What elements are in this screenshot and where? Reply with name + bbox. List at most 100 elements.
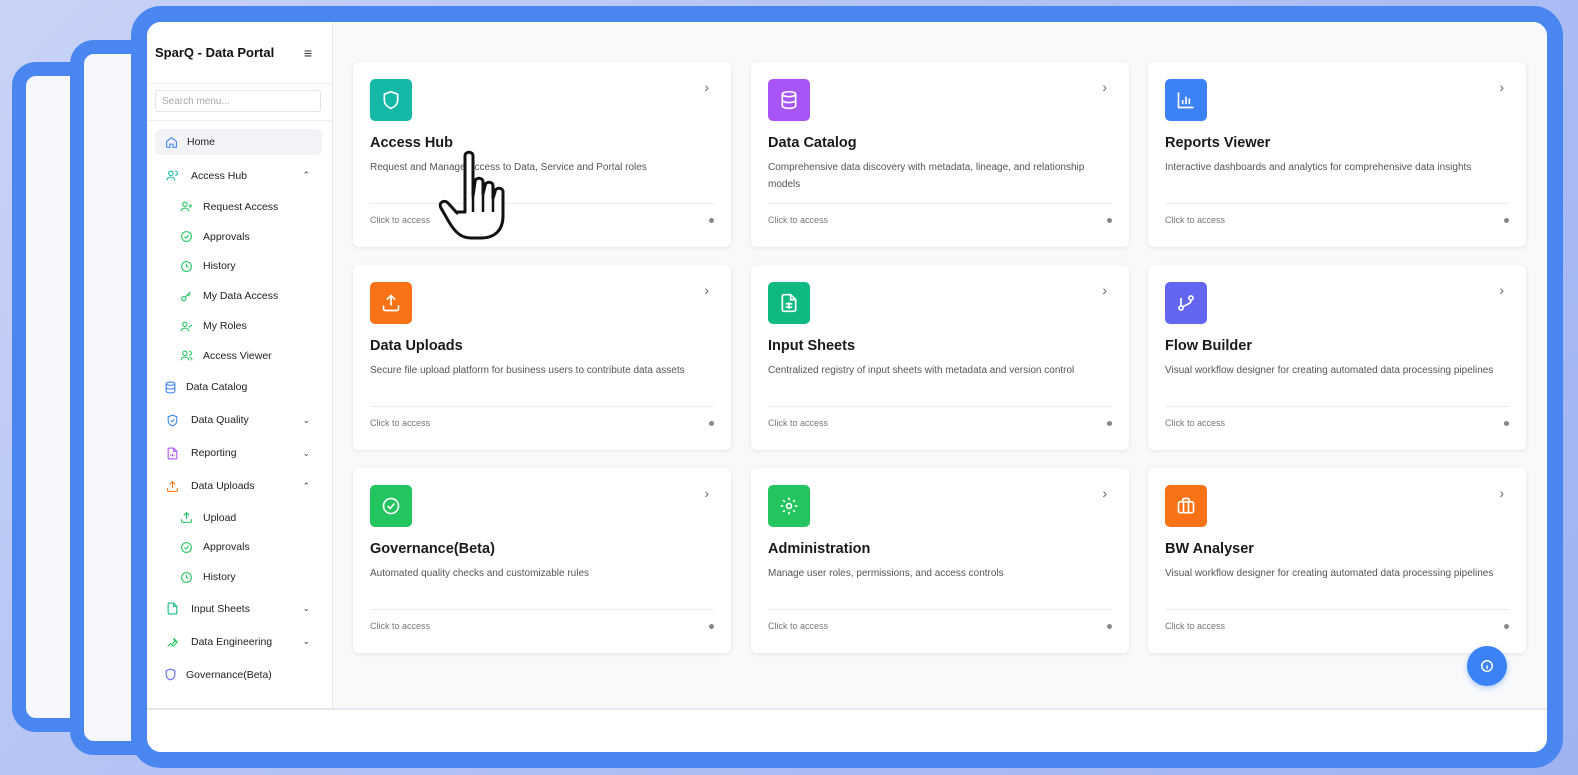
card-footer-text: Click to access	[370, 621, 431, 631]
wrench-icon	[165, 635, 179, 649]
card-access-hub[interactable]: › Access Hub Request and Manage Access t…	[353, 62, 731, 247]
info-icon	[1481, 660, 1493, 672]
status-dot	[1107, 421, 1112, 426]
card-footer-text: Click to access	[370, 215, 431, 225]
sidebar-item-label: Data Engineering	[191, 635, 273, 648]
home-icon	[164, 135, 178, 149]
sidebar-item-my-roles[interactable]: My Roles	[147, 311, 332, 341]
card-footer: Click to access	[768, 609, 1112, 631]
app-window-frame: SparQ - Data Portal ≡ Home Access Hub ⌃	[131, 6, 1563, 768]
sidebar-item-upload-history[interactable]: History	[147, 562, 332, 592]
sidebar-item-request-access[interactable]: Request Access	[147, 192, 332, 222]
card-data-uploads[interactable]: › Data Uploads Secure file upload platfo…	[353, 265, 731, 450]
upload-icon	[370, 282, 412, 324]
sidebar-item-upload-approvals[interactable]: Approvals	[147, 533, 332, 563]
sidebar-item-home[interactable]: Home	[155, 129, 322, 155]
sidebar-item-label: Home	[187, 136, 216, 148]
card-description: Request and Manage Access to Data, Servi…	[370, 162, 647, 173]
app-title: SparQ - Data Portal	[155, 45, 275, 60]
sidebar-item-label: History	[203, 571, 236, 584]
chevron-right-icon: ›	[1499, 485, 1504, 501]
gear-icon	[768, 485, 810, 527]
check-circle-icon	[370, 485, 412, 527]
menu-toggle-icon[interactable]: ≡	[304, 45, 312, 61]
card-title: Input Sheets	[768, 338, 856, 354]
sidebar-item-access-hub[interactable]: Access Hub ⌃	[147, 159, 332, 192]
sidebar-item-label: Governance(Beta)	[186, 668, 272, 681]
card-bw-analyser[interactable]: › BW Analyser Visual workflow designer f…	[1148, 468, 1526, 653]
key-icon	[179, 289, 193, 303]
card-title: Data Uploads	[370, 338, 463, 354]
shield-icon	[163, 668, 177, 682]
sidebar-item-label: Access Hub	[191, 169, 248, 182]
database-icon	[163, 380, 177, 394]
status-dot	[1504, 421, 1509, 426]
clock-icon	[179, 570, 193, 584]
chevron-down-icon: ⌄	[302, 603, 310, 614]
sidebar-item-label: My Roles	[203, 320, 247, 333]
sidebar-item-reporting[interactable]: Reporting ⌄	[147, 437, 332, 470]
chevron-right-icon: ›	[704, 485, 709, 501]
sidebar-item-label: My Data Access	[203, 290, 279, 303]
card-title: Flow Builder	[1165, 338, 1252, 354]
sidebar-item-label: History	[203, 260, 236, 273]
sheet-icon	[768, 282, 810, 324]
search-input[interactable]	[155, 90, 321, 112]
status-dot	[1107, 624, 1112, 629]
card-footer: Click to access	[370, 609, 714, 631]
sidebar-item-label: Data Quality	[191, 414, 249, 427]
sidebar-item-access-viewer[interactable]: Access Viewer	[147, 341, 332, 371]
card-description: Visual workflow designer for creating au…	[1165, 568, 1494, 579]
database-icon	[768, 79, 810, 121]
card-administration[interactable]: › Administration Manage user roles, perm…	[751, 468, 1129, 653]
briefcase-icon	[1165, 485, 1207, 527]
status-dot	[1107, 218, 1112, 223]
sidebar-item-label: Approvals	[203, 541, 250, 554]
file-chart-icon	[165, 446, 179, 460]
card-footer: Click to access	[370, 203, 714, 225]
sidebar-item-my-data-access[interactable]: My Data Access	[147, 281, 332, 311]
shield-icon	[370, 79, 412, 121]
sidebar: SparQ - Data Portal ≡ Home Access Hub ⌃	[147, 22, 333, 708]
card-data-catalog[interactable]: › Data Catalog Comprehensive data discov…	[751, 62, 1129, 247]
sidebar-item-upload[interactable]: Upload	[147, 503, 332, 533]
sidebar-item-data-engineering[interactable]: Data Engineering ⌄	[147, 625, 332, 658]
chevron-right-icon: ›	[1102, 79, 1107, 95]
sidebar-header: SparQ - Data Portal ≡	[147, 22, 332, 84]
card-description: Centralized registry of input sheets wit…	[768, 365, 1075, 376]
card-description: Interactive dashboards and analytics for…	[1165, 162, 1472, 173]
sidebar-item-input-sheets[interactable]: Input Sheets ⌄	[147, 592, 332, 625]
help-button[interactable]	[1467, 646, 1507, 686]
search-wrap	[147, 84, 332, 121]
clock-icon	[179, 259, 193, 273]
chevron-up-icon: ⌃	[302, 170, 310, 180]
chevron-down-icon: ⌄	[302, 414, 310, 425]
sidebar-item-approvals[interactable]: Approvals	[147, 222, 332, 252]
sidebar-item-data-uploads[interactable]: Data Uploads ⌃	[147, 470, 332, 503]
git-branch-icon	[1165, 282, 1207, 324]
sidebar-item-history[interactable]: History	[147, 252, 332, 282]
sidebar-item-governance[interactable]: Governance(Beta)	[147, 658, 332, 691]
card-footer-text: Click to access	[768, 418, 829, 428]
card-footer: Click to access	[1165, 203, 1509, 225]
card-input-sheets[interactable]: › Input Sheets Centralized registry of i…	[751, 265, 1129, 450]
card-flow-builder[interactable]: › Flow Builder Visual workflow designer …	[1148, 265, 1526, 450]
chevron-up-icon: ⌃	[302, 480, 310, 491]
bar-chart-icon	[1165, 79, 1207, 121]
dashboard-content: › Access Hub Request and Manage Access t…	[333, 22, 1547, 708]
card-reports-viewer[interactable]: › Reports Viewer Interactive dashboards …	[1148, 62, 1526, 247]
card-footer: Click to access	[370, 406, 714, 428]
chevron-right-icon: ›	[704, 282, 709, 298]
status-dot	[709, 218, 714, 223]
card-footer: Click to access	[1165, 406, 1509, 428]
card-title: Reports Viewer	[1165, 135, 1271, 151]
chevron-right-icon: ›	[704, 79, 709, 95]
card-governance[interactable]: › Governance(Beta) Automated quality che…	[353, 468, 731, 653]
status-dot	[709, 624, 714, 629]
card-title: Access Hub	[370, 135, 454, 151]
sidebar-item-data-catalog[interactable]: Data Catalog	[147, 371, 332, 404]
sidebar-item-data-quality[interactable]: Data Quality ⌄	[147, 404, 332, 437]
check-circle-icon	[179, 230, 193, 244]
chevron-down-icon: ⌄	[302, 636, 310, 647]
chevron-right-icon: ›	[1102, 282, 1107, 298]
